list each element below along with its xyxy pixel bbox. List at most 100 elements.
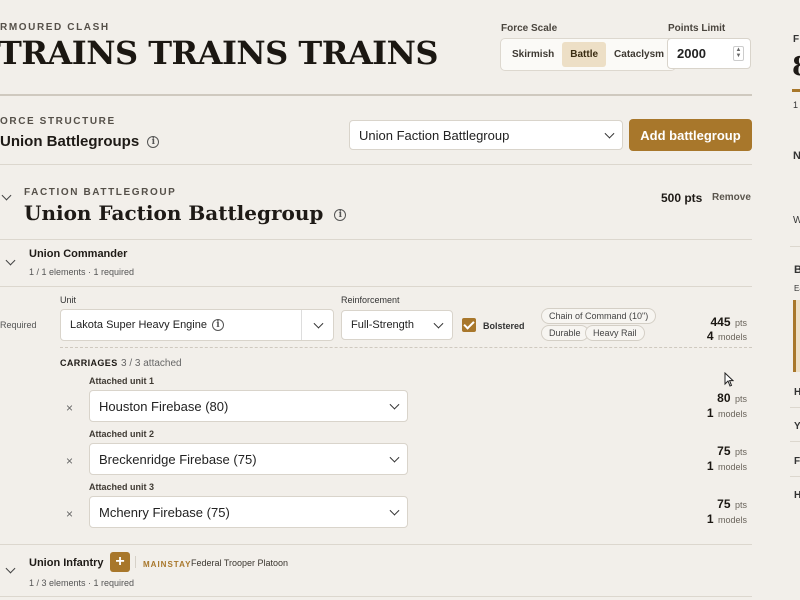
carriages-count: 3 / 3 attached bbox=[121, 358, 182, 369]
points-value: 80 bbox=[717, 391, 731, 405]
sidebar-divider bbox=[790, 441, 800, 442]
force-scale-battle[interactable]: Battle bbox=[562, 42, 607, 67]
attached-unit-label: Attached unit 2 bbox=[89, 429, 155, 439]
force-scale-skirmish[interactable]: Skirmish bbox=[504, 42, 562, 67]
attached-unit-value: Breckenridge Firebase (75) bbox=[99, 451, 257, 467]
sidebar-fragment: F bbox=[793, 34, 800, 45]
bolstered-label: Bolstered bbox=[483, 321, 525, 331]
chevron-down-icon bbox=[389, 399, 400, 410]
points-value: 75 bbox=[717, 497, 731, 511]
sidebar-fragment-number: 8 bbox=[792, 52, 800, 82]
force-structure-kicker: ORCE STRUCTURE bbox=[0, 116, 116, 127]
sidebar-fragment: Ea bbox=[794, 284, 800, 293]
commander-models-value: 4 bbox=[706, 329, 714, 343]
attached-unit-models: 1 models bbox=[680, 457, 747, 475]
remove-icon[interactable]: × bbox=[66, 507, 73, 521]
force-structure-title: Union Battlegroups i bbox=[0, 133, 160, 150]
info-icon[interactable]: i bbox=[147, 136, 160, 149]
battlegroup-title-text: Union Faction Battlegroup bbox=[24, 201, 324, 225]
attached-unit-models: 1 models bbox=[680, 510, 747, 528]
collapse-icon[interactable] bbox=[1, 190, 12, 201]
unit-select[interactable]: Lakota Super Heavy Engine i bbox=[60, 309, 334, 341]
sidebar-fragment: W bbox=[793, 215, 800, 226]
attached-unit-select[interactable]: Houston Firebase (80) bbox=[89, 390, 408, 422]
force-scale-label: Force Scale bbox=[501, 23, 558, 34]
points-limit-label: Points Limit bbox=[668, 23, 726, 34]
sidebar-divider bbox=[790, 407, 800, 408]
sidebar-fragment: 1 bbox=[793, 100, 799, 110]
section-divider bbox=[0, 286, 752, 287]
points-unit: pts bbox=[734, 447, 747, 457]
commander-models: 4 models bbox=[680, 327, 747, 345]
remove-battlegroup-button[interactable]: Remove bbox=[712, 192, 751, 203]
chevron-down-icon bbox=[389, 505, 400, 516]
battlegroup-select-value: Union Faction Battlegroup bbox=[359, 127, 510, 143]
header-divider bbox=[0, 94, 752, 96]
collapse-icon[interactable] bbox=[5, 563, 16, 574]
add-element-button[interactable]: + bbox=[110, 552, 130, 572]
select-divider bbox=[301, 310, 302, 340]
attached-unit-label: Attached unit 1 bbox=[89, 376, 155, 386]
sidebar-divider bbox=[790, 476, 800, 477]
bolstered-checkbox[interactable] bbox=[462, 318, 476, 332]
tag-chain-of-command: Chain of Command (10") bbox=[541, 308, 657, 324]
models-value: 1 bbox=[706, 406, 714, 420]
chevron-down-icon[interactable] bbox=[313, 318, 324, 329]
collapse-icon[interactable] bbox=[5, 255, 16, 266]
models-unit: models bbox=[717, 515, 747, 525]
tag-durable: Durable bbox=[541, 325, 589, 341]
models-unit: models bbox=[717, 409, 747, 419]
attached-unit-select[interactable]: Breckenridge Firebase (75) bbox=[89, 443, 408, 475]
page-title: TRAINS TRAINS TRAINS bbox=[0, 34, 438, 72]
chevron-down-icon bbox=[433, 318, 444, 329]
sidebar-fragment: F bbox=[794, 456, 800, 467]
infantry-title: Union Infantry bbox=[29, 557, 104, 569]
cursor-icon bbox=[724, 372, 734, 387]
attached-unit-models: 1 models bbox=[680, 404, 747, 422]
remove-icon[interactable]: × bbox=[66, 401, 73, 415]
force-scale-cataclysm[interactable]: Cataclysm bbox=[606, 42, 672, 67]
battlegroup-kicker: FACTION BATTLEGROUP bbox=[24, 187, 177, 198]
infantry-detail: Federal Trooper Platoon bbox=[191, 558, 289, 568]
sidebar-card bbox=[793, 300, 800, 372]
unit-select-value: Lakota Super Heavy Engine bbox=[70, 319, 207, 331]
sidebar-fragment: N bbox=[793, 150, 800, 162]
battlegroup-title: Union Faction Battlegroup i bbox=[24, 201, 347, 225]
remove-icon[interactable]: × bbox=[66, 454, 73, 468]
info-icon[interactable]: i bbox=[211, 319, 224, 331]
battlegroup-select[interactable]: Union Faction Battlegroup bbox=[349, 120, 623, 150]
attached-unit-value: Mchenry Firebase (75) bbox=[99, 504, 230, 520]
commander-subtitle: 1 / 1 elements · 1 required bbox=[29, 267, 135, 277]
commander-models-unit: models bbox=[717, 332, 747, 342]
force-scale-selector: Skirmish Battle Cataclysm bbox=[500, 38, 677, 71]
chevron-down-icon bbox=[389, 452, 400, 463]
section-divider bbox=[0, 164, 752, 165]
section-divider bbox=[0, 596, 752, 597]
sidebar-fragment: H bbox=[794, 387, 800, 398]
add-battlegroup-button[interactable]: Add battlegroup bbox=[629, 119, 752, 151]
carriages-title: CARRIAGES bbox=[60, 358, 118, 368]
attached-unit-select[interactable]: Mchenry Firebase (75) bbox=[89, 496, 408, 528]
section-divider bbox=[0, 239, 752, 240]
points-limit-input[interactable]: 2000 ▲ ▼ bbox=[667, 38, 751, 69]
reinforcement-select[interactable]: Full-Strength bbox=[341, 310, 453, 340]
infantry-subtitle: 1 / 3 elements · 1 required bbox=[29, 578, 135, 588]
battlegroup-points: 500 pts bbox=[661, 191, 703, 205]
unit-label: Unit bbox=[60, 295, 77, 305]
info-icon[interactable]: i bbox=[334, 208, 347, 221]
mainstay-badge: MAINSTAY bbox=[143, 560, 192, 569]
reinforcement-select-value: Full-Strength bbox=[351, 319, 414, 331]
force-structure-title-text: Union Battlegroups bbox=[0, 133, 140, 150]
tag-heavy-rail: Heavy Rail bbox=[585, 325, 645, 341]
sidebar-fragment: H bbox=[794, 490, 800, 501]
commander-title: Union Commander bbox=[29, 248, 128, 260]
points-limit-value: 2000 bbox=[677, 46, 706, 61]
models-value: 1 bbox=[706, 512, 714, 526]
separator bbox=[135, 556, 136, 568]
chevron-down-icon bbox=[604, 128, 615, 139]
required-label: Required bbox=[0, 320, 37, 330]
app-kicker: RMOURED CLASH bbox=[0, 22, 110, 33]
stepper-icon[interactable]: ▲ ▼ bbox=[733, 46, 744, 61]
sidebar-fragment: B bbox=[794, 264, 800, 276]
section-divider bbox=[0, 544, 752, 545]
